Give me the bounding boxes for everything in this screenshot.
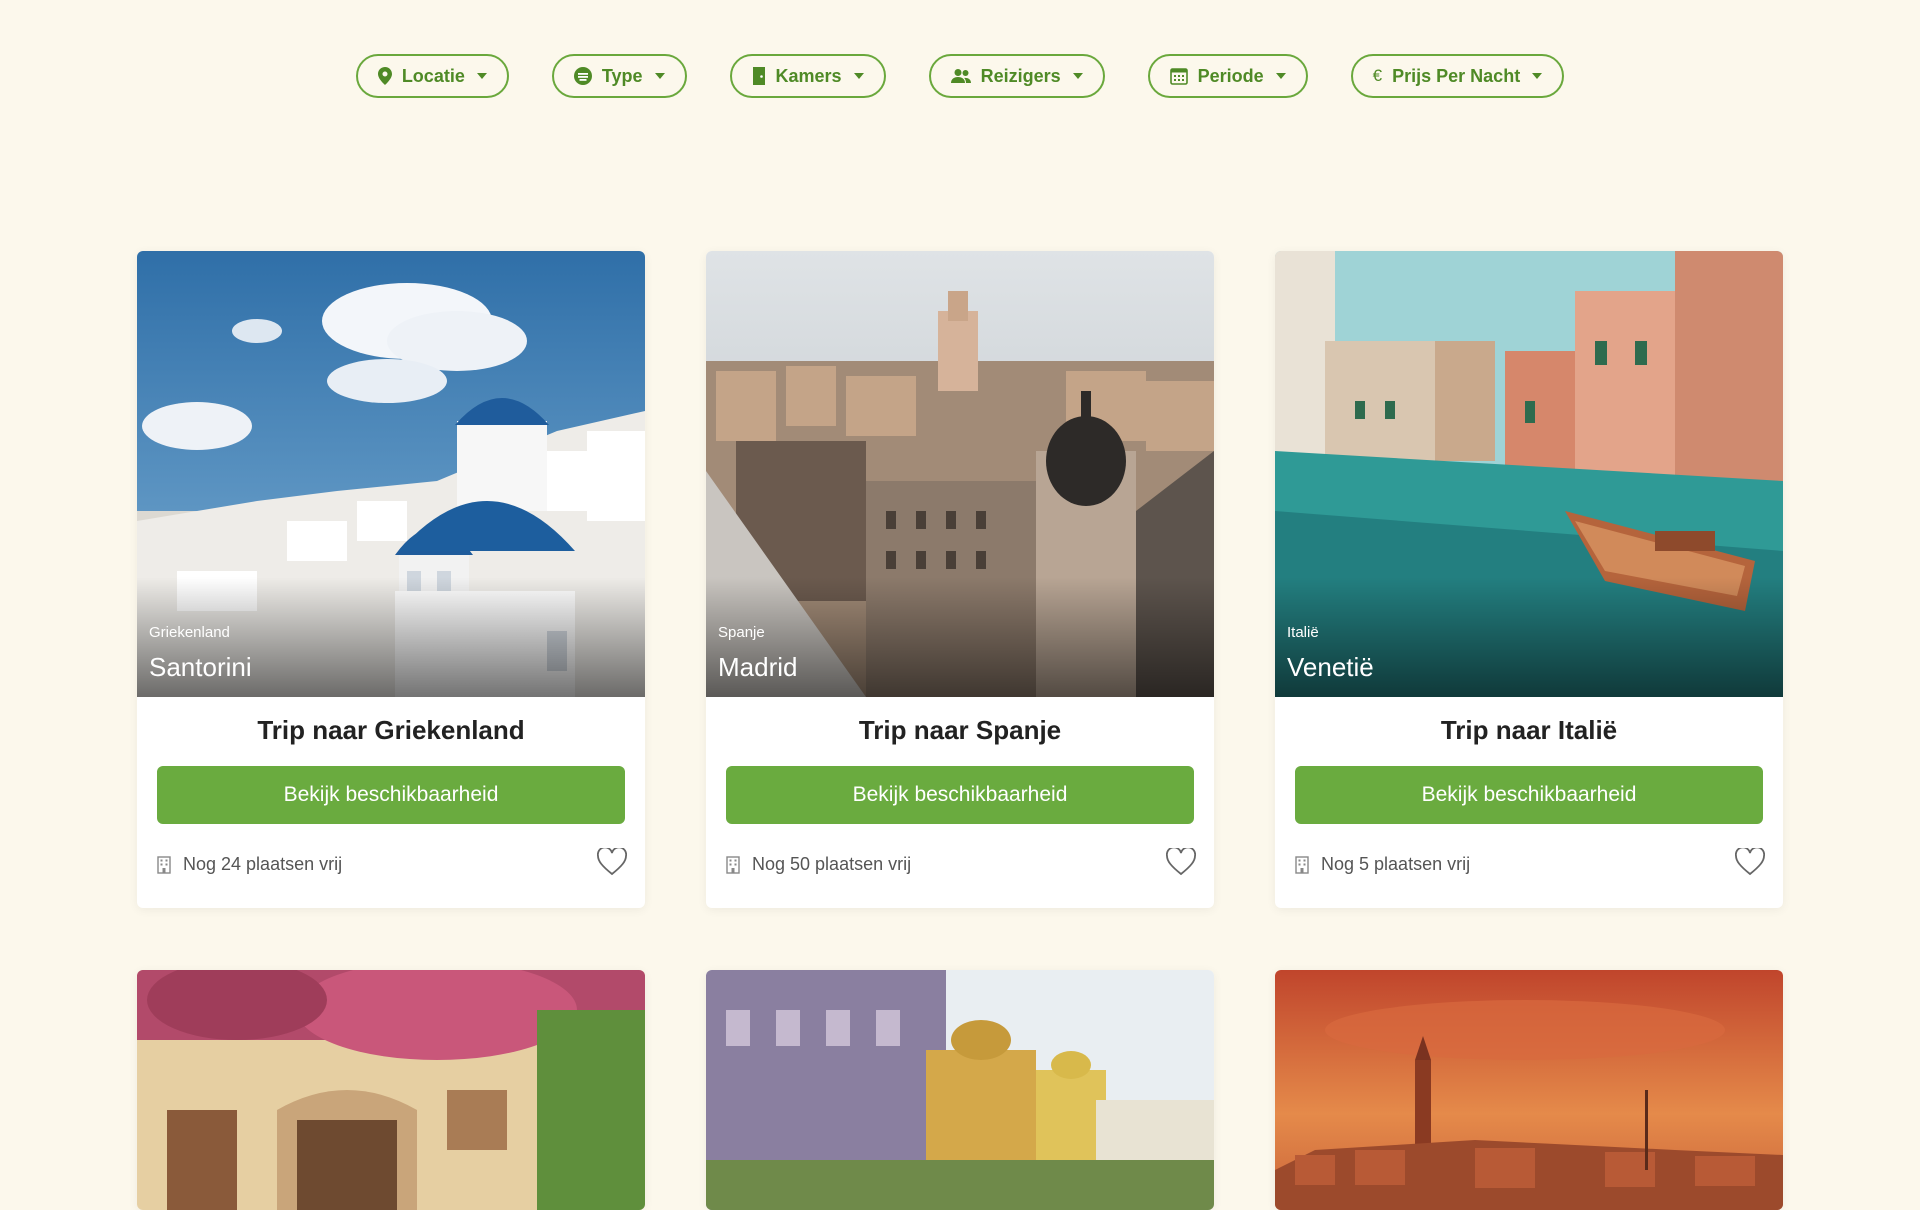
card-meta: Nog 5 plaatsen vrij [1275, 824, 1783, 908]
trip-card[interactable]: Spanje Madrid Trip naar Spanje Bekijk be… [706, 251, 1214, 908]
trip-card[interactable]: Griekenland Santorini Trip naar Griekenl… [137, 251, 645, 908]
filter-label: Prijs Per Nacht [1392, 65, 1521, 86]
sunset-town-image [1275, 970, 1783, 1210]
type-list-icon [573, 67, 592, 85]
card-country: Italië [1287, 624, 1319, 641]
chevron-down-icon [1275, 73, 1286, 79]
trip-photo-santorini[interactable]: Griekenland Santorini [137, 251, 645, 697]
trip-photo-venetie[interactable]: Italië Venetië [1275, 251, 1783, 697]
trip-card[interactable] [706, 970, 1214, 1210]
filter-periode[interactable]: Periode [1147, 54, 1308, 98]
filter-prijs-per-nacht[interactable]: € Prijs Per Nacht [1350, 54, 1565, 98]
trip-card[interactable]: Italië Venetië Trip naar Italië Bekijk b… [1275, 251, 1783, 908]
chevron-down-icon [1532, 73, 1543, 79]
availability: Nog 5 plaatsen vrij [1295, 854, 1470, 875]
filter-label: Periode [1197, 65, 1264, 86]
trip-photo-madrid[interactable]: Spanje Madrid [706, 251, 1214, 697]
availability: Nog 50 plaatsen vrij [726, 854, 911, 875]
trip-card[interactable] [1275, 970, 1783, 1210]
filter-label: Kamers [775, 65, 842, 86]
calendar-icon [1169, 68, 1188, 85]
card-title: Trip naar Spanje [858, 715, 1062, 745]
building-icon [1295, 855, 1309, 874]
card-title: Trip naar Griekenland [257, 715, 525, 745]
check-availability-button[interactable]: Bekijk beschikbaarheid [726, 766, 1194, 824]
location-pin-icon [377, 67, 392, 85]
trip-photo[interactable] [1275, 970, 1783, 1210]
euro-icon: € [1372, 66, 1383, 85]
door-icon [752, 67, 765, 85]
check-availability-button[interactable]: Bekijk beschikbaarheid [1295, 766, 1763, 824]
users-icon [950, 69, 971, 83]
filter-reizigers[interactable]: Reizigers [928, 54, 1105, 98]
card-city: Venetië [1287, 652, 1374, 682]
chevron-down-icon [1072, 73, 1083, 79]
filter-type[interactable]: Type [551, 54, 687, 98]
card-city: Santorini [149, 652, 252, 682]
palace-image [706, 970, 1214, 1210]
filter-label: Type [601, 65, 643, 86]
availability-text: Nog 24 plaatsen vrij [183, 854, 343, 874]
filter-label: Reizigers [980, 65, 1061, 86]
card-country: Griekenland [149, 624, 230, 641]
chevron-down-icon [654, 73, 665, 79]
card-meta: Nog 24 plaatsen vrij [137, 824, 645, 908]
card-city: Madrid [718, 652, 798, 682]
filter-locatie[interactable]: Locatie [355, 54, 509, 98]
check-availability-button[interactable]: Bekijk beschikbaarheid [157, 766, 625, 824]
availability: Nog 24 plaatsen vrij [157, 854, 342, 875]
filter-bar: Locatie Type Kamers Reizigers Periode € … [0, 54, 1920, 98]
filter-label: Locatie [401, 65, 465, 86]
trip-photo[interactable] [137, 970, 645, 1210]
trip-photo[interactable] [706, 970, 1214, 1210]
availability-text: Nog 50 plaatsen vrij [752, 854, 912, 874]
heart-icon[interactable] [1735, 848, 1765, 876]
card-country: Spanje [718, 624, 765, 641]
availability-text: Nog 5 plaatsen vrij [1321, 854, 1471, 874]
street-flowers-image [137, 970, 645, 1210]
heart-icon[interactable] [1166, 848, 1196, 876]
filter-kamers[interactable]: Kamers [729, 54, 886, 98]
building-icon [726, 855, 740, 874]
chevron-down-icon [476, 73, 487, 79]
card-title: Trip naar Italië [1440, 715, 1618, 745]
building-icon [157, 855, 171, 874]
trip-card[interactable] [137, 970, 645, 1210]
chevron-down-icon [853, 73, 864, 79]
heart-icon[interactable] [597, 848, 627, 876]
card-meta: Nog 50 plaatsen vrij [706, 824, 1214, 908]
